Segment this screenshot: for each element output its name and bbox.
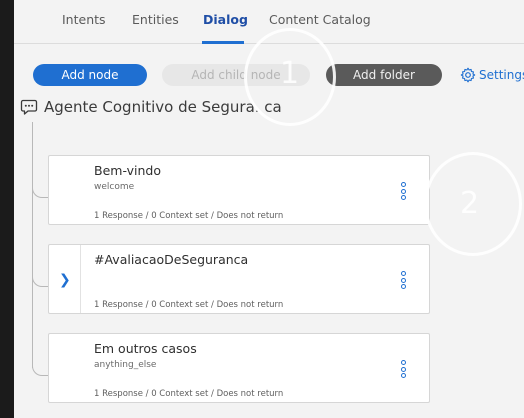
dialog-node-card[interactable]: Bem-vindo welcome 1 Response / 0 Context… [48, 155, 430, 225]
tree-connector-vertical [32, 122, 33, 368]
tab-dialog[interactable]: Dialog [203, 12, 248, 27]
tab-intents[interactable]: Intents [62, 12, 106, 27]
tab-content-catalog[interactable]: Content Catalog [269, 12, 371, 27]
dialog-node-card[interactable]: Em outros casos anything_else 1 Response… [48, 333, 430, 403]
overflow-menu-icon[interactable] [401, 182, 407, 202]
overflow-menu-icon[interactable] [401, 360, 407, 380]
chevron-right-icon[interactable]: ❯ [59, 272, 71, 288]
node-condition: anything_else [94, 360, 157, 370]
annotation-label-1: 1 [280, 56, 300, 91]
settings-button[interactable]: Settings [460, 64, 524, 86]
node-gutter: ❯ [49, 245, 81, 313]
dialog-node-card[interactable]: ❯ #AvaliacaoDeSeguranca 1 Response / 0 C… [48, 244, 430, 314]
tab-entities[interactable]: Entities [132, 12, 179, 27]
tree-connector-branch [32, 186, 48, 198]
add-folder-button[interactable]: Add folder [326, 64, 442, 86]
tree-connector-branch [32, 275, 48, 287]
node-title: Em outros casos [94, 341, 197, 356]
active-tab-indicator [202, 41, 244, 44]
node-gutter [49, 156, 81, 224]
node-title: Bem-vindo [94, 163, 161, 178]
root-node[interactable]: Agente Cognitivo de Segura. ca [20, 98, 282, 116]
add-node-button[interactable]: Add node [33, 64, 147, 86]
chat-bubble-icon [20, 99, 38, 115]
node-summary: 1 Response / 0 Context set / Does not re… [94, 389, 284, 399]
gear-icon [460, 67, 476, 83]
node-summary: 1 Response / 0 Context set / Does not re… [94, 300, 284, 310]
root-node-title: Agente Cognitivo de Segura. ca [44, 98, 282, 116]
annotation-label-2: 2 [460, 186, 480, 221]
tree-connector-branch [32, 364, 48, 376]
node-summary: 1 Response / 0 Context set / Does not re… [94, 211, 284, 221]
node-gutter [49, 334, 81, 402]
node-title: #AvaliacaoDeSeguranca [94, 252, 249, 267]
overflow-menu-icon[interactable] [401, 271, 407, 291]
settings-label: Settings [479, 68, 524, 82]
node-condition: welcome [94, 182, 135, 192]
